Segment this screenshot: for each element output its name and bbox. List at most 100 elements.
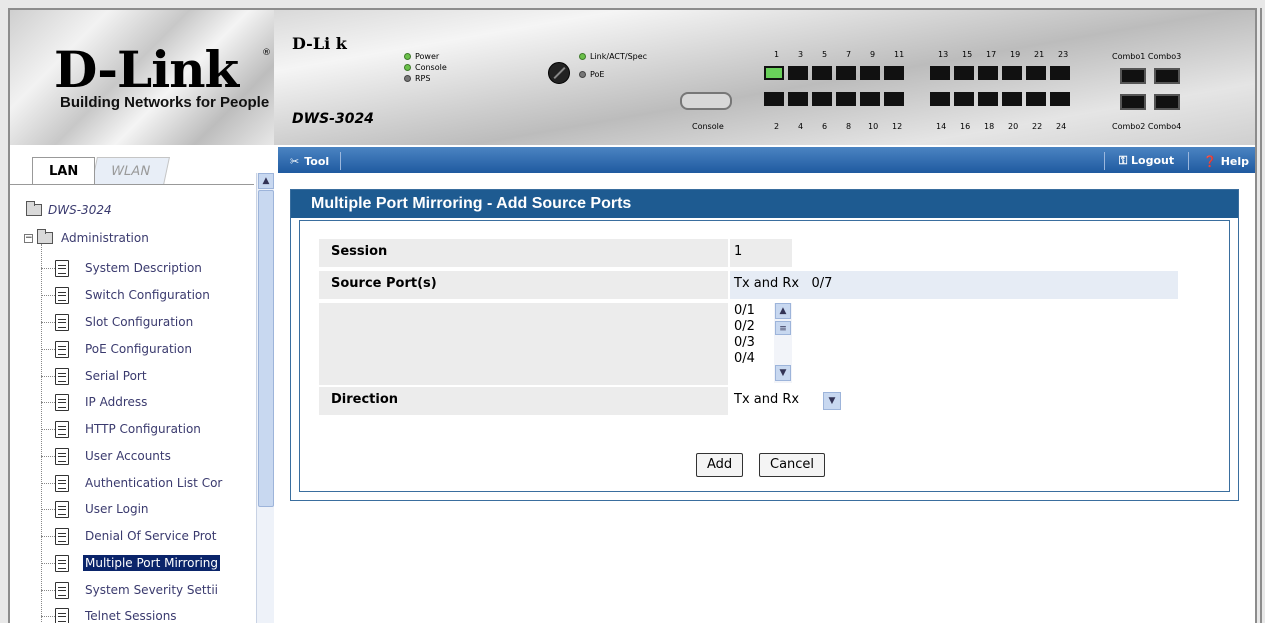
port-icon	[788, 66, 808, 80]
tree-item-system-description[interactable]: System Description	[41, 257, 204, 279]
port-icon	[884, 66, 904, 80]
toolbar-separator	[1103, 152, 1105, 170]
port-label: 11	[894, 50, 905, 59]
tab-wlan[interactable]: WLAN	[91, 157, 170, 185]
direction-label: Direction	[319, 387, 728, 415]
reset-knob-icon	[548, 62, 570, 84]
logout-icon: ⚿	[1118, 154, 1128, 167]
port-label: 17	[986, 50, 997, 59]
source-port-listbox[interactable]: 0/1 0/2 0/3 0/4 ▲ ≡ ▼	[730, 303, 792, 383]
main-window: D-Link ® Building Networks for People D-…	[8, 8, 1257, 623]
folder-open-icon	[37, 229, 53, 244]
device-brand: D-Li k	[292, 34, 347, 53]
led-console: Console	[404, 63, 447, 72]
chevron-down-icon[interactable]: ▼	[823, 392, 841, 410]
nav-tree: DWS-3024 − Administration System Descrip…	[10, 186, 256, 623]
port-label: 15	[962, 50, 973, 59]
logout-button[interactable]: ⚿ Logout	[1119, 154, 1174, 168]
console-label: Console	[692, 122, 724, 131]
port-icon	[978, 66, 998, 80]
scroll-thumb[interactable]: ≡	[775, 321, 791, 335]
scroll-down-icon[interactable]: ▼	[775, 365, 791, 381]
tab-lan[interactable]: LAN	[32, 157, 96, 185]
session-value: 1	[730, 239, 792, 267]
port-label: 18	[984, 122, 995, 131]
page-icon	[55, 607, 69, 623]
tree-item-http-configuration[interactable]: HTTP Configuration	[41, 418, 203, 440]
port-label: 22	[1032, 122, 1043, 131]
port-icon	[836, 66, 856, 80]
page-icon	[55, 313, 69, 331]
port-label: 1	[774, 50, 780, 59]
tree-item-denial-of-service[interactable]: Denial Of Service Prot	[41, 525, 218, 547]
port-icon	[954, 66, 974, 80]
direction-select[interactable]: Tx and Rx ▼	[730, 389, 843, 413]
tree-folder-administration[interactable]: − Administration	[24, 229, 149, 245]
port-icon	[978, 92, 998, 106]
led-poe: PoE	[579, 70, 605, 79]
page-icon	[55, 500, 69, 518]
tree-item-user-accounts[interactable]: User Accounts	[41, 445, 173, 467]
tree-root[interactable]: DWS-3024	[26, 201, 112, 217]
nav-tabs: WLAN LAN	[10, 147, 274, 185]
port-icon	[836, 92, 856, 106]
tree-item-user-login[interactable]: User Login	[41, 498, 151, 520]
port-icon	[860, 66, 880, 80]
tree-item-telnet-sessions[interactable]: Telnet Sessions	[41, 605, 179, 623]
tab-divider	[10, 184, 254, 185]
page-title: Multiple Port Mirroring - Add Source Por…	[291, 190, 1238, 218]
tree-item-ip-address[interactable]: IP Address	[41, 391, 149, 413]
scroll-thumb[interactable]	[258, 190, 274, 507]
port-icon	[788, 92, 808, 106]
toolbar-separator	[1188, 152, 1190, 170]
tree-item-system-severity[interactable]: System Severity Settii	[41, 579, 220, 601]
port-label: 20	[1008, 122, 1019, 131]
scroll-up-icon[interactable]: ▲	[258, 173, 274, 189]
source-value: Tx and Rx 0/7	[730, 271, 1178, 299]
page-icon	[55, 474, 69, 492]
cancel-button[interactable]: Cancel	[759, 453, 826, 477]
device-model: DWS-3024	[292, 111, 374, 127]
port-label: 5	[822, 50, 828, 59]
combo-top-label: Combo1 Combo3	[1112, 52, 1182, 61]
collapse-icon[interactable]: −	[24, 233, 33, 243]
port-label: 23	[1058, 50, 1069, 59]
source-label: Source Port(s)	[319, 271, 728, 299]
tree-item-serial-port[interactable]: Serial Port	[41, 365, 149, 387]
mirroring-panel: Multiple Port Mirroring - Add Source Por…	[290, 189, 1239, 501]
port-label: 8	[846, 122, 852, 131]
listbox-scrollbar[interactable]: ▲ ≡ ▼	[774, 303, 792, 383]
combo-bottom-label: Combo2 Combo4	[1112, 122, 1182, 131]
port-icon	[1026, 66, 1046, 80]
led-rps: RPS	[404, 74, 430, 83]
port-label: 4	[798, 122, 804, 131]
port-label: 9	[870, 50, 876, 59]
tree-item-multiple-port-mirroring[interactable]: Multiple Port Mirroring	[41, 552, 220, 574]
page-icon	[55, 340, 69, 358]
tree-item-slot-configuration[interactable]: Slot Configuration	[41, 311, 195, 333]
port-icon	[764, 92, 784, 106]
session-label: Session	[319, 239, 728, 267]
tool-menu[interactable]: ✂ Tool	[290, 152, 342, 170]
led-gray-icon	[404, 75, 411, 82]
nav-scrollbar[interactable]: ▲	[256, 173, 274, 623]
scroll-up-icon[interactable]: ▲	[775, 303, 791, 319]
help-button[interactable]: ❓ Help	[1203, 155, 1249, 168]
port-label: 16	[960, 122, 971, 131]
page-icon	[55, 393, 69, 411]
logo-area: D-Link ® Building Networks for People	[10, 10, 274, 145]
tool-icon: ✂	[290, 154, 300, 168]
registered-mark: ®	[262, 48, 271, 58]
port-icon	[812, 66, 832, 80]
tree-item-switch-configuration[interactable]: Switch Configuration	[41, 284, 212, 306]
led-link: Link/ACT/Spec	[579, 52, 647, 61]
tree-item-poe-configuration[interactable]: PoE Configuration	[41, 338, 194, 360]
port-icon	[954, 92, 974, 106]
port-1-icon	[764, 66, 784, 80]
page-icon	[55, 554, 69, 572]
port-icon	[930, 92, 950, 106]
port-list-label	[319, 303, 728, 385]
add-button[interactable]: Add	[696, 453, 744, 477]
page-icon	[55, 420, 69, 438]
tree-item-authentication-list[interactable]: Authentication List Cor	[41, 472, 224, 494]
